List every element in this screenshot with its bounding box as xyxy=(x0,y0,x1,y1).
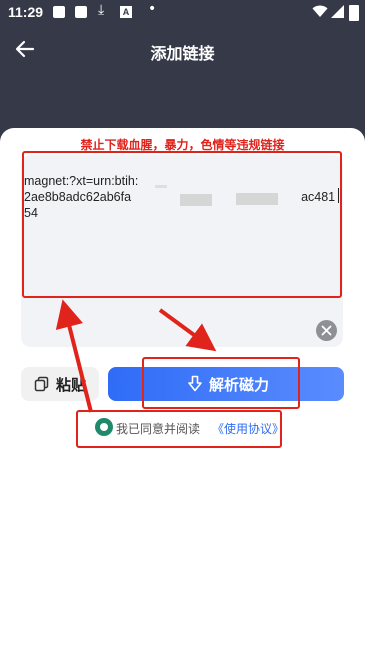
clear-input-button[interactable] xyxy=(316,320,337,341)
terms-link[interactable]: 《使用协议》 xyxy=(212,420,284,437)
paste-label: 粘贴 xyxy=(56,376,87,394)
status-bar: 11:29 ⤓ A • xyxy=(0,0,365,26)
agreement-text: 我已同意并阅读 xyxy=(116,422,201,436)
wifi-icon xyxy=(312,5,328,17)
paste-button[interactable]: 粘贴 xyxy=(21,367,99,401)
text-caret xyxy=(338,188,339,203)
page-title: 添加链接 xyxy=(150,44,215,63)
redacted-area xyxy=(180,194,212,206)
clear-icon xyxy=(321,325,332,336)
parse-magnet-button[interactable]: 解析磁力 xyxy=(108,367,344,401)
notification-icon xyxy=(75,6,87,18)
magnet-line-2-start: 2ae8b8adc62ab6fa xyxy=(24,190,132,204)
status-time: 11:29 xyxy=(8,4,44,20)
download-icon: ⤓ xyxy=(98,2,105,18)
redacted-area xyxy=(155,185,167,188)
battery-icon xyxy=(349,5,359,21)
more-notifications-icon: • xyxy=(148,1,157,17)
app-notification-icon: A xyxy=(120,6,132,18)
signal-icon xyxy=(331,5,344,18)
warning-text: 禁止下载血腥，暴力，色情等违规链接 xyxy=(80,138,285,152)
agreement-radio[interactable] xyxy=(95,418,113,436)
notification-icon xyxy=(53,6,65,18)
parse-label: 解析磁力 xyxy=(209,376,270,394)
download-arrow-icon xyxy=(188,375,202,392)
magnet-line-1: magnet:?xt=urn:btih: xyxy=(24,174,139,188)
paste-icon xyxy=(34,376,49,392)
redacted-area xyxy=(236,193,278,205)
